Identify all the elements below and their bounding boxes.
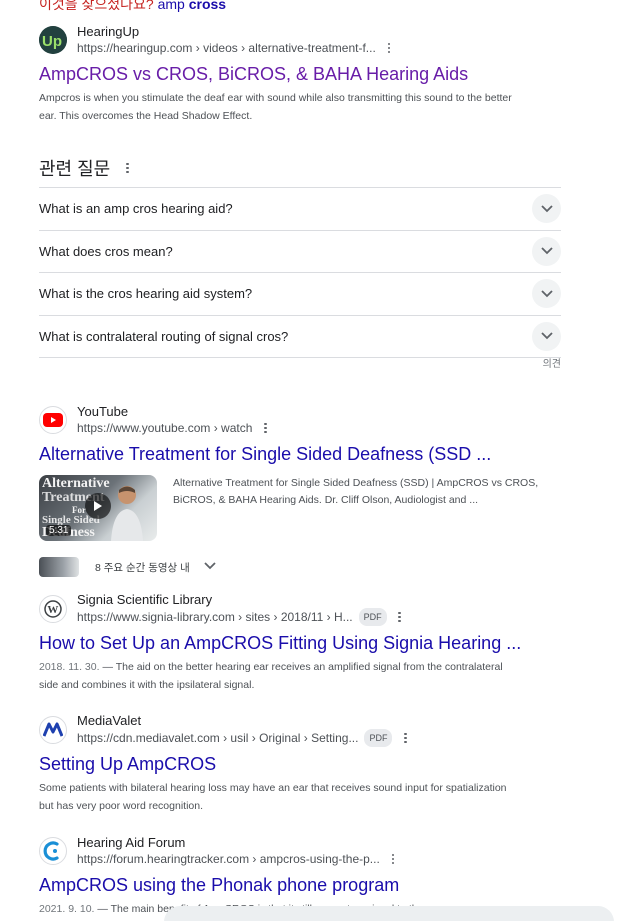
paa-question[interactable]: What does cros mean?: [39, 231, 561, 273]
did-you-mean-word: amp: [157, 0, 185, 12]
result-title-link[interactable]: AmpCROS vs CROS, BiCROS, & BAHA Hearing …: [39, 63, 539, 85]
key-moments-label: 8 주요 순간 동영상 내: [95, 561, 190, 574]
hearingtracker-icon: [39, 837, 67, 865]
people-also-ask: 관련 질문 What is an amp cros hearing aid? W…: [39, 152, 561, 358]
result-snippet: Some patients with bilateral hearing los…: [39, 782, 507, 812]
more-options-icon[interactable]: [124, 162, 130, 174]
pdf-badge: PDF: [364, 729, 393, 747]
source-name: Signia Scientific Library: [77, 592, 213, 607]
result-snippet-text: The aid on the better hearing ear receiv…: [39, 661, 503, 691]
source-url: https://hearingup.com › videos › alterna…: [77, 40, 392, 56]
result-date: 2021. 9. 10.: [39, 903, 95, 915]
more-options-icon[interactable]: [390, 853, 396, 865]
source-name: YouTube: [77, 404, 129, 419]
did-you-mean-bold-word: cross: [188, 0, 227, 12]
play-icon[interactable]: [85, 493, 111, 519]
paa-question-text: What is the cros hearing aid system?: [39, 286, 253, 302]
video-description: Alternative Treatment for Single Sided D…: [173, 477, 539, 506]
feedback-link[interactable]: 의견: [543, 355, 561, 370]
chevron-down-icon[interactable]: [532, 321, 561, 351]
result-source[interactable]: MediaValet https://cdn.mediavalet.com › …: [39, 713, 539, 747]
paa-question-text: What does cros mean?: [39, 243, 173, 259]
paa-list: What is an amp cros hearing aid? What do…: [39, 187, 561, 358]
paa-question[interactable]: What is the cros hearing aid system?: [39, 273, 561, 316]
result-title-link[interactable]: Alternative Treatment for Single Sided D…: [39, 443, 539, 465]
paa-question-text: What is contralateral routing of signal …: [39, 328, 289, 344]
source-name: Hearing Aid Forum: [77, 835, 186, 850]
chevron-down-icon[interactable]: [532, 236, 561, 266]
pdf-badge: PDF: [358, 608, 387, 626]
youtube-icon: [39, 406, 67, 434]
paa-question[interactable]: What is an amp cros hearing aid?: [39, 188, 561, 231]
source-url: https://forum.hearingtracker.com › ampcr…: [77, 851, 396, 867]
search-result: YouTube https://www.youtube.com › watch …: [39, 404, 539, 577]
result-source[interactable]: YouTube https://www.youtube.com › watch: [39, 404, 539, 436]
presenter-image: [111, 486, 143, 541]
source-url: https://www.youtube.com › watch: [77, 420, 268, 436]
result-date: 2018. 11. 30.: [39, 661, 100, 673]
hearingup-icon: Up: [39, 26, 67, 54]
did-you-mean: 이것을 찾으셨나요? amp cross: [39, 0, 226, 14]
svg-text:Up: Up: [42, 33, 62, 50]
chevron-down-icon[interactable]: [532, 279, 561, 309]
result-snippet: 2018. 11. 30. — The aid on the better he…: [39, 661, 503, 691]
mediavalet-icon: [39, 716, 67, 744]
wordpress-icon: W: [39, 595, 67, 623]
did-you-mean-label: 이것을 찾으셨나요?: [39, 0, 154, 12]
chevron-down-icon[interactable]: [204, 561, 216, 573]
video-block: Alternative Treatment For Single Sided D…: [39, 475, 539, 541]
result-title-link[interactable]: How to Set Up an AmpCROS Fitting Using S…: [39, 632, 539, 654]
source-url: https://www.signia-library.com › sites ›…: [77, 608, 403, 626]
paa-heading-text: 관련 질문: [39, 159, 111, 179]
video-duration: 5:31: [46, 525, 72, 536]
source-url: https://cdn.mediavalet.com › usil › Orig…: [77, 729, 408, 747]
search-result: W Signia Scientific Library https://www.…: [39, 592, 539, 694]
key-moments[interactable]: 8 주요 순간 동영상 내: [39, 557, 539, 577]
search-result: Up HearingUp https://hearingup.com › vid…: [39, 24, 539, 125]
more-options-icon[interactable]: [386, 42, 392, 54]
video-thumbnail[interactable]: Alternative Treatment For Single Sided D…: [39, 475, 157, 541]
more-options-icon[interactable]: [402, 732, 408, 744]
more-options-icon[interactable]: [397, 611, 403, 623]
paa-heading: 관련 질문: [39, 152, 561, 184]
svg-text:W: W: [47, 604, 58, 616]
result-snippet: Ampcros is when you stimulate the deaf e…: [39, 92, 512, 122]
result-title-link[interactable]: AmpCROS using the Phonak phone program: [39, 874, 539, 896]
paa-question-text: What is an amp cros hearing aid?: [39, 201, 233, 217]
chevron-down-icon[interactable]: [532, 194, 561, 224]
moments-thumbnail: [39, 557, 79, 577]
result-source[interactable]: Hearing Aid Forum https://forum.hearingt…: [39, 835, 539, 867]
more-options-icon[interactable]: [262, 422, 268, 434]
source-name: HearingUp: [77, 24, 140, 39]
result-title-link[interactable]: Setting Up AmpCROS: [39, 753, 539, 775]
did-you-mean-link[interactable]: amp cross: [158, 0, 226, 12]
paa-question[interactable]: What is contralateral routing of signal …: [39, 316, 561, 358]
result-source[interactable]: W Signia Scientific Library https://www.…: [39, 592, 539, 626]
result-source[interactable]: Up HearingUp https://hearingup.com › vid…: [39, 24, 539, 56]
bottom-overlay: [164, 906, 614, 921]
search-result: MediaValet https://cdn.mediavalet.com › …: [39, 713, 539, 815]
source-name: MediaValet: [77, 713, 142, 728]
